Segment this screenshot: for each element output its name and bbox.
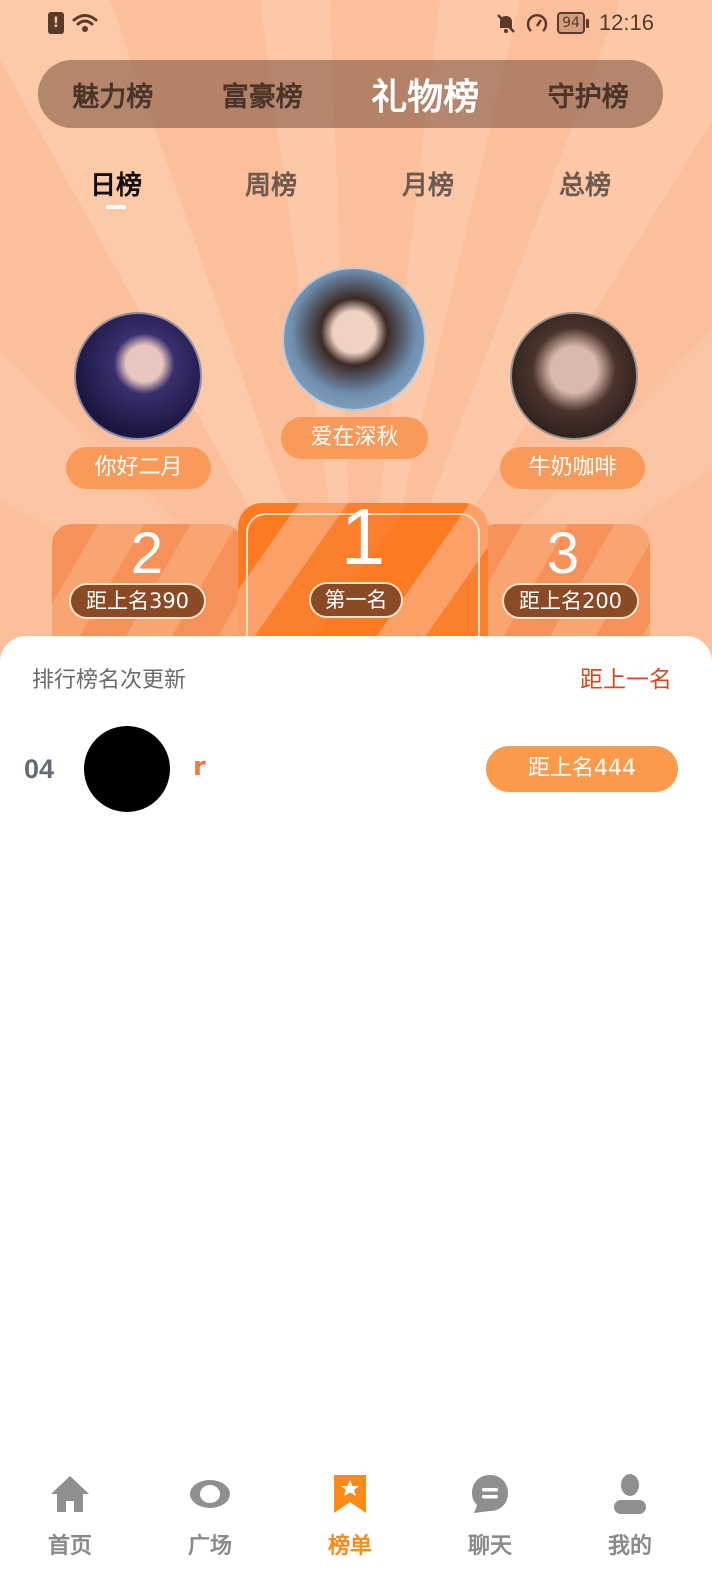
avatar-first[interactable] [282, 267, 426, 411]
row-name: r [193, 752, 206, 782]
home-icon [51, 1476, 89, 1512]
chat-bubble-icon [472, 1475, 508, 1513]
name-second[interactable]: 你好二月 [66, 447, 211, 489]
hero-background: ! 94 12:16 魅力榜 富豪榜 礼物榜 守护榜 日榜 周榜 月榜 总榜 你… [0, 0, 712, 680]
tab-gift[interactable]: 礼物榜 [371, 68, 479, 120]
tab-rich[interactable]: 富豪榜 [222, 75, 303, 114]
tab-total[interactable]: 总榜 [535, 165, 635, 202]
eye-icon [190, 1480, 230, 1508]
nav-square[interactable]: 广场 [160, 1460, 260, 1560]
avatar-third[interactable] [510, 312, 638, 440]
nav-me[interactable]: 我的 [580, 1460, 680, 1560]
gap-badge-third: 距上名200 [502, 583, 639, 619]
wifi-icon [72, 14, 98, 32]
avatar-second[interactable] [74, 312, 202, 440]
status-bar: ! 94 12:16 [0, 0, 712, 48]
data-saver-icon [526, 14, 548, 32]
tab-daily[interactable]: 日榜 [66, 165, 166, 202]
user-icon [614, 1474, 646, 1514]
category-tabs: 魅力榜 富豪榜 礼物榜 守护榜 [38, 60, 663, 128]
rank-number-second: 2 [130, 524, 164, 586]
nav-rankings[interactable]: 榜单 [300, 1460, 400, 1560]
first-place-badge: 第一名 [309, 582, 403, 618]
list-item[interactable]: 04 r 距上名444 [0, 724, 712, 814]
sim-alert-icon: ! [48, 12, 64, 34]
bottom-nav: 首页 广场 榜单 聊天 我的 [0, 1460, 712, 1592]
tab-monthly[interactable]: 月榜 [378, 165, 478, 202]
rank-number-first: 1 [340, 503, 386, 581]
nav-square-label: 广场 [187, 1534, 232, 1559]
bell-muted-icon [497, 14, 516, 33]
nav-rankings-label: 榜单 [327, 1534, 372, 1559]
gap-badge-second: 距上名390 [69, 583, 206, 619]
podium-third: 3 距上名200 [476, 524, 650, 654]
bookmark-star-icon [334, 1475, 366, 1513]
gap-to-previous-label: 距上一名 [580, 667, 672, 693]
nav-me-label: 我的 [607, 1534, 652, 1559]
rank-number-third: 3 [546, 524, 580, 586]
nav-chat[interactable]: 聊天 [440, 1460, 540, 1560]
tab-guard[interactable]: 守护榜 [548, 75, 629, 114]
tab-charm[interactable]: 魅力榜 [72, 75, 153, 114]
active-tab-indicator [106, 205, 126, 209]
clock: 12:16 [598, 10, 654, 35]
nav-home[interactable]: 首页 [20, 1460, 120, 1560]
ranking-list-panel: 排行榜名次更新 距上一名 04 r 距上名444 [0, 636, 712, 1592]
nav-chat-label: 聊天 [467, 1534, 512, 1559]
row-rank: 04 [24, 754, 55, 784]
name-third[interactable]: 牛奶咖啡 [500, 447, 645, 489]
podium-first: 1 第一名 [238, 503, 488, 653]
ranking-update-title: 排行榜名次更新 [32, 668, 187, 693]
row-gap-badge: 距上名444 [486, 746, 678, 792]
name-first[interactable]: 爱在深秋 [281, 417, 428, 459]
tab-weekly[interactable]: 周榜 [221, 165, 321, 202]
battery-icon: 94 [557, 12, 589, 34]
nav-home-label: 首页 [47, 1534, 92, 1559]
podium-second: 2 距上名390 [52, 524, 242, 654]
row-avatar[interactable] [84, 726, 170, 812]
